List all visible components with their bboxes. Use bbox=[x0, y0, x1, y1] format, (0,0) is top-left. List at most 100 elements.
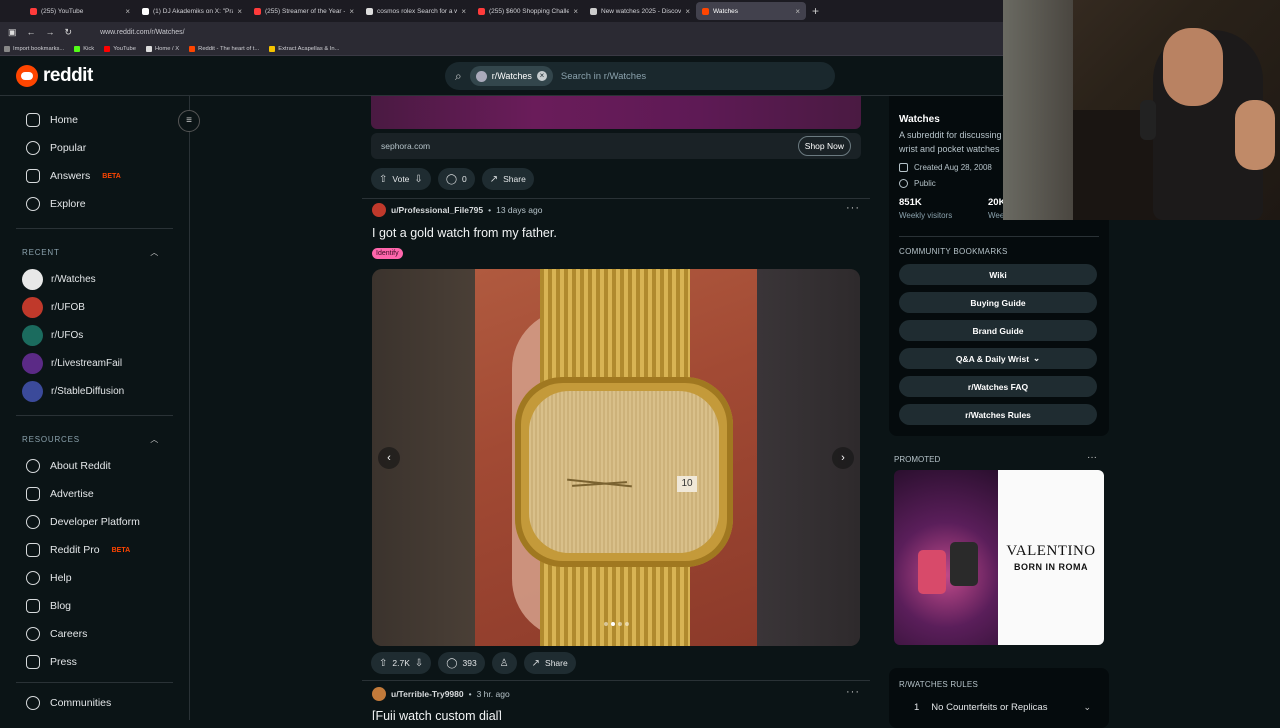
bookmark-item[interactable]: Import bookmarks... bbox=[4, 45, 64, 52]
promo-options-icon[interactable]: ··· bbox=[1087, 452, 1097, 463]
sidebar-item-advertise[interactable]: Advertise bbox=[0, 480, 189, 508]
close-icon[interactable]: × bbox=[349, 7, 354, 16]
share-button[interactable]: ↗ Share bbox=[523, 652, 576, 674]
search-input[interactable]: Search in r/Watches bbox=[561, 71, 646, 82]
post-options-icon[interactable]: ··· bbox=[846, 202, 860, 214]
sidebar-item-answers[interactable]: Answers BETA bbox=[0, 162, 189, 190]
close-icon[interactable]: × bbox=[461, 7, 466, 16]
clear-scope-icon[interactable]: × bbox=[536, 71, 547, 81]
sidebar-toggle-icon[interactable]: ▣ bbox=[8, 27, 17, 38]
comments-button[interactable]: ◯ 393 bbox=[438, 652, 485, 674]
close-icon[interactable]: × bbox=[125, 7, 130, 16]
sidebar-item-help[interactable]: Help bbox=[0, 564, 189, 592]
downvote-icon[interactable]: ⇩ bbox=[415, 658, 423, 669]
share-button[interactable]: ↗ Share bbox=[481, 168, 534, 190]
bookmark-wiki-button[interactable]: Wiki bbox=[899, 264, 1097, 285]
carousel-dot[interactable] bbox=[604, 622, 608, 626]
meta-separator: • bbox=[468, 689, 472, 699]
ad-image[interactable] bbox=[371, 96, 861, 129]
browser-tab[interactable]: (1) DJ Akademiks on X: "Pray fo × bbox=[136, 2, 248, 20]
post-author[interactable]: u/Terrible-Try9980 bbox=[391, 689, 464, 699]
sidebar-item-r-stablediffusion[interactable]: r/StableDiffusion bbox=[0, 377, 189, 405]
comments-button[interactable]: ◯ 0 bbox=[437, 168, 475, 190]
chevron-down-icon[interactable]: ⌄ bbox=[1083, 702, 1091, 713]
forward-icon[interactable]: → bbox=[46, 27, 55, 37]
sidebar-item-r-watches[interactable]: r/Watches bbox=[0, 265, 189, 293]
bookmark-item[interactable]: Kick bbox=[74, 45, 94, 52]
sidebar-item-r-ufob[interactable]: r/UFOB bbox=[0, 293, 189, 321]
sidebar-item-popular[interactable]: Popular bbox=[0, 134, 189, 162]
sidebar-item-r-ufos[interactable]: r/UFOs bbox=[0, 321, 189, 349]
carousel-prev-button[interactable]: ‹ bbox=[378, 447, 400, 469]
bookmark-buying-guide-button[interactable]: Buying Guide bbox=[899, 292, 1097, 313]
browser-tab[interactable]: (255) $600 Shopping Challenge× bbox=[472, 2, 584, 20]
sidebar-item-r-livestreamfail[interactable]: r/LivestreamFail bbox=[0, 349, 189, 377]
bookmark-label: Wiki bbox=[989, 269, 1007, 280]
carousel-dot[interactable] bbox=[611, 622, 615, 626]
user-avatar[interactable] bbox=[372, 203, 386, 217]
bookmark-item[interactable]: Reddit - The heart of t... bbox=[189, 45, 259, 52]
bookmark-r-watches-rules-button[interactable]: r/Watches Rules bbox=[899, 404, 1097, 425]
rule-item[interactable]: 1 No Counterfeits or Replicas bbox=[914, 702, 1047, 713]
bookmark-r-watches-faq-button[interactable]: r/Watches FAQ bbox=[899, 376, 1097, 397]
search-bar[interactable]: ⌕ r/Watches × Search in r/Watches bbox=[445, 62, 835, 90]
sidebar-item-communities[interactable]: Communities bbox=[0, 689, 189, 717]
bookmark-label: Home / X bbox=[154, 45, 180, 52]
upvote-icon[interactable]: ⇧ bbox=[379, 658, 387, 669]
carousel-dot[interactable] bbox=[625, 622, 629, 626]
sidebar-item-about-reddit[interactable]: About Reddit bbox=[0, 452, 189, 480]
sidebar-item-explore[interactable]: Explore bbox=[0, 190, 189, 218]
sidebar-item-home[interactable]: Home bbox=[0, 106, 189, 134]
shop-now-button[interactable]: Shop Now bbox=[797, 136, 851, 156]
sidebar-item-label: Help bbox=[50, 572, 72, 584]
recent-section-header[interactable]: RECENT ︿ bbox=[0, 239, 189, 265]
downvote-icon[interactable]: ⇩ bbox=[414, 174, 422, 185]
post-author[interactable]: u/Professional_File795 bbox=[391, 205, 483, 215]
post-title[interactable]: I got a gold watch from my father. bbox=[372, 226, 557, 240]
close-icon[interactable]: × bbox=[685, 7, 690, 16]
sidebar-item-careers[interactable]: Careers bbox=[0, 620, 189, 648]
url-field[interactable]: www.reddit.com/r/Watches/ bbox=[100, 29, 185, 36]
post-options-icon[interactable]: ··· bbox=[846, 686, 860, 698]
bookmark-item[interactable]: Home / X bbox=[145, 45, 180, 52]
stat-visitors: 851K Weekly visitors bbox=[899, 197, 952, 220]
post-flair[interactable]: Identify bbox=[372, 248, 403, 259]
ad-domain[interactable]: sephora.com bbox=[381, 141, 430, 151]
award-button[interactable]: ♙ bbox=[491, 652, 517, 674]
post-image-carousel[interactable]: 10 ‹ › bbox=[372, 269, 860, 646]
close-icon[interactable]: × bbox=[795, 7, 800, 16]
sidebar-item-reddit-pro[interactable]: Reddit Pro BETA bbox=[0, 536, 189, 564]
browser-tab[interactable]: (255) Streamer of the Year - You × bbox=[248, 2, 360, 20]
sidebar-item-press[interactable]: Press bbox=[0, 648, 189, 676]
search-icon: ⌕ bbox=[455, 68, 462, 83]
bookmark-brand-guide-button[interactable]: Brand Guide bbox=[899, 320, 1097, 341]
bookmark-item[interactable]: Extract Acapellas & In... bbox=[269, 45, 339, 52]
promo-image[interactable]: VALENTINO BORN IN ROMA bbox=[894, 470, 1104, 645]
post-title[interactable]: [Fuji watch custom dial] bbox=[372, 709, 502, 720]
sidebar-item-blog[interactable]: Blog bbox=[0, 592, 189, 620]
user-avatar[interactable] bbox=[372, 687, 386, 701]
collapse-sidebar-button[interactable]: ≡ bbox=[178, 110, 200, 132]
browser-tab[interactable]: cosmos rolex Search for a wrist× bbox=[360, 2, 472, 20]
back-icon[interactable]: ← bbox=[27, 27, 36, 37]
browser-tab[interactable]: New watches 2025 - Discover th× bbox=[584, 2, 696, 20]
close-icon[interactable]: × bbox=[573, 7, 578, 16]
tab-favicon-icon bbox=[702, 7, 709, 15]
sidebar-item-label: Reddit Pro bbox=[50, 544, 100, 556]
sidebar-item-developer-platform[interactable]: Developer Platform bbox=[0, 508, 189, 536]
carousel-dot[interactable] bbox=[618, 622, 622, 626]
upvote-icon[interactable]: ⇧ bbox=[379, 174, 387, 185]
reddit-logo[interactable]: reddit bbox=[16, 65, 93, 87]
carousel-next-button[interactable]: › bbox=[832, 447, 854, 469]
new-tab-icon[interactable]: + bbox=[812, 4, 819, 18]
browser-tab[interactable]: Watches × bbox=[696, 2, 806, 20]
browser-tab[interactable]: (255) YouTube × bbox=[24, 2, 136, 20]
reload-icon[interactable]: ↻ bbox=[65, 27, 73, 38]
close-icon[interactable]: × bbox=[237, 7, 242, 16]
search-scope-chip[interactable]: r/Watches × bbox=[469, 66, 553, 86]
vote-control: ⇧ Vote ⇩ bbox=[371, 168, 431, 190]
bookmark-item[interactable]: YouTube bbox=[104, 45, 136, 52]
communities-icon bbox=[26, 696, 40, 710]
resources-section-header[interactable]: RESOURCES ︿ bbox=[0, 426, 189, 452]
bookmark-q-a-daily-wrist-button[interactable]: Q&A & Daily Wrist ⌄ bbox=[899, 348, 1097, 369]
